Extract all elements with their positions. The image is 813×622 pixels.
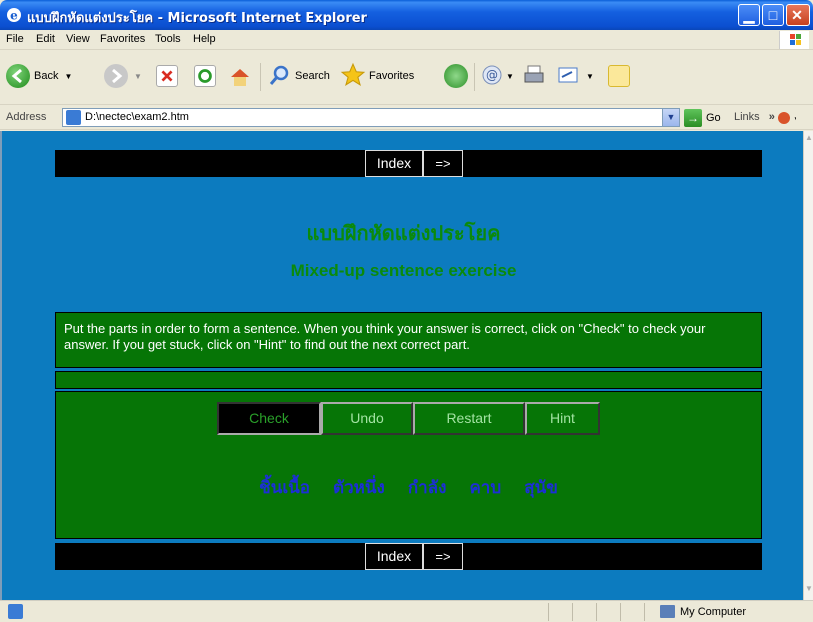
go-button[interactable]: → Go xyxy=(684,109,721,127)
search-icon xyxy=(268,63,292,90)
menu-bar: File Edit View Favorites Tools Help xyxy=(0,30,813,50)
scroll-up-icon[interactable]: ▲ xyxy=(804,133,813,147)
security-zone: My Computer xyxy=(660,605,746,618)
history-icon xyxy=(444,64,468,88)
top-navbar: Index => xyxy=(55,150,762,177)
address-url: D:\nectec\exam2.htm xyxy=(85,111,189,123)
note-icon xyxy=(608,65,630,87)
top-next-link[interactable]: => xyxy=(423,150,463,177)
svg-text:@: @ xyxy=(486,68,498,82)
word-chip[interactable]: กำลัง xyxy=(408,474,447,501)
menu-edit[interactable]: Edit xyxy=(36,33,55,45)
window-title: แบบฝึกหัดแต่งประโยค - Microsoft Internet… xyxy=(27,11,367,26)
word-chip[interactable]: สุนัข xyxy=(524,474,558,501)
page-content: Index => แบบฝึกหัดแต่งประโยค Mixed-up se… xyxy=(0,131,803,600)
page-status-icon xyxy=(8,604,23,619)
word-chip[interactable]: คาบ xyxy=(469,474,501,501)
chevron-down-icon: ▼ xyxy=(64,71,73,81)
vertical-scrollbar[interactable]: ▲ ▼ xyxy=(803,131,813,600)
check-button[interactable]: Check xyxy=(217,402,321,435)
home-button[interactable] xyxy=(228,61,250,91)
go-label: Go xyxy=(706,112,721,124)
menu-file[interactable]: File xyxy=(6,33,24,45)
undo-button[interactable]: Undo xyxy=(321,402,413,435)
links-more-icon[interactable]: » xyxy=(769,111,775,123)
instructions-panel: Put the parts in order to form a sentenc… xyxy=(55,312,762,368)
search-label: Search xyxy=(295,70,330,82)
search-button[interactable]: Search xyxy=(268,61,330,91)
history-button[interactable] xyxy=(444,61,468,91)
internet-explorer-icon: e xyxy=(7,8,21,23)
scroll-down-icon[interactable]: ▼ xyxy=(804,584,813,598)
menu-tools[interactable]: Tools xyxy=(155,33,181,45)
edit-button[interactable]: ▼ xyxy=(556,61,594,91)
printer-icon xyxy=(522,63,546,90)
favorites-star-icon xyxy=(340,62,366,91)
edit-page-icon xyxy=(556,63,580,90)
favorites-label: Favorites xyxy=(369,70,415,82)
maximize-button[interactable]: □ xyxy=(762,4,784,26)
back-label: Back xyxy=(34,70,59,82)
chevron-down-icon: ▼ xyxy=(586,71,594,81)
zone-label: My Computer xyxy=(680,605,747,618)
stop-icon xyxy=(156,65,178,87)
maximize-icon: □ xyxy=(768,7,778,23)
stop-button[interactable] xyxy=(156,61,178,91)
address-dropdown-icon[interactable]: ▼ xyxy=(662,109,679,126)
restart-button[interactable]: Restart xyxy=(413,402,525,435)
my-computer-icon xyxy=(660,605,675,618)
word-chip[interactable]: ตัวหนึ่ง xyxy=(333,474,385,501)
address-input[interactable]: D:\nectec\exam2.htm ▼ xyxy=(62,108,680,127)
menu-favorites[interactable]: Favorites xyxy=(100,33,145,45)
links-label: Links xyxy=(734,111,760,123)
mail-icon: @ xyxy=(480,63,506,90)
forward-button[interactable]: ▼ xyxy=(104,61,142,91)
chevron-down-icon: ▼ xyxy=(134,71,142,81)
toolbar-options-icon[interactable]: ▼ xyxy=(776,109,801,130)
minimize-icon: ▁ xyxy=(743,7,755,23)
page-title-thai: แบบฝึกหัดแต่งประโยค xyxy=(306,221,501,245)
hint-button[interactable]: Hint xyxy=(525,402,600,435)
bottom-navbar: Index => xyxy=(55,543,762,570)
exercise-panel: Check Undo Restart Hint ชิ้นเนื้อ ตัวหนึ… xyxy=(55,391,762,539)
home-icon xyxy=(228,65,250,87)
bottom-next-link[interactable]: => xyxy=(423,543,463,570)
menu-help[interactable]: Help xyxy=(193,33,216,45)
answer-area xyxy=(55,371,762,389)
word-chip[interactable]: ชิ้นเนื้อ xyxy=(259,474,310,501)
window-title-bar[interactable]: e แบบฝึกหัดแต่งประโยค - Microsoft Intern… xyxy=(0,0,813,30)
close-button[interactable]: ✕ xyxy=(786,4,810,26)
page-title-english: Mixed-up sentence exercise xyxy=(290,261,517,280)
mail-button[interactable]: @ ▼ xyxy=(480,61,514,91)
favorites-button[interactable]: Favorites xyxy=(340,61,414,91)
address-bar: Address D:\nectec\exam2.htm ▼ → Go Links… xyxy=(0,106,813,130)
svg-text:▼: ▼ xyxy=(793,115,796,124)
refresh-icon xyxy=(194,65,216,87)
chevron-down-icon: ▼ xyxy=(506,71,514,81)
links-toolbar[interactable]: Links » xyxy=(734,111,775,123)
page-icon xyxy=(66,110,81,125)
status-bar: My Computer xyxy=(0,600,813,622)
forward-arrow-icon xyxy=(104,64,128,88)
top-index-link[interactable]: Index xyxy=(365,150,423,177)
word-choices: ชิ้นเนื้อ ตัวหนึ่ง กำลัง คาบ สุนัข xyxy=(56,474,761,501)
messenger-button[interactable] xyxy=(608,61,630,91)
instructions-text: Put the parts in order to form a sentenc… xyxy=(64,321,706,352)
minimize-button[interactable]: ▁ xyxy=(738,4,760,26)
refresh-button[interactable] xyxy=(194,61,216,91)
close-icon: ✕ xyxy=(791,7,803,23)
bottom-index-link[interactable]: Index xyxy=(365,543,423,570)
back-arrow-icon xyxy=(6,64,30,88)
windows-logo-icon xyxy=(779,31,809,49)
standard-toolbar: Back ▼ ▼ Search Favorites @ ▼ ▼ xyxy=(0,51,813,105)
address-label: Address xyxy=(6,111,47,123)
menu-view[interactable]: View xyxy=(66,33,90,45)
back-button[interactable]: Back ▼ xyxy=(6,61,72,91)
go-arrow-icon: → xyxy=(684,109,702,127)
print-button[interactable] xyxy=(522,61,546,91)
svg-text:e: e xyxy=(10,9,18,23)
exercise-buttons: Check Undo Restart Hint xyxy=(217,402,600,435)
